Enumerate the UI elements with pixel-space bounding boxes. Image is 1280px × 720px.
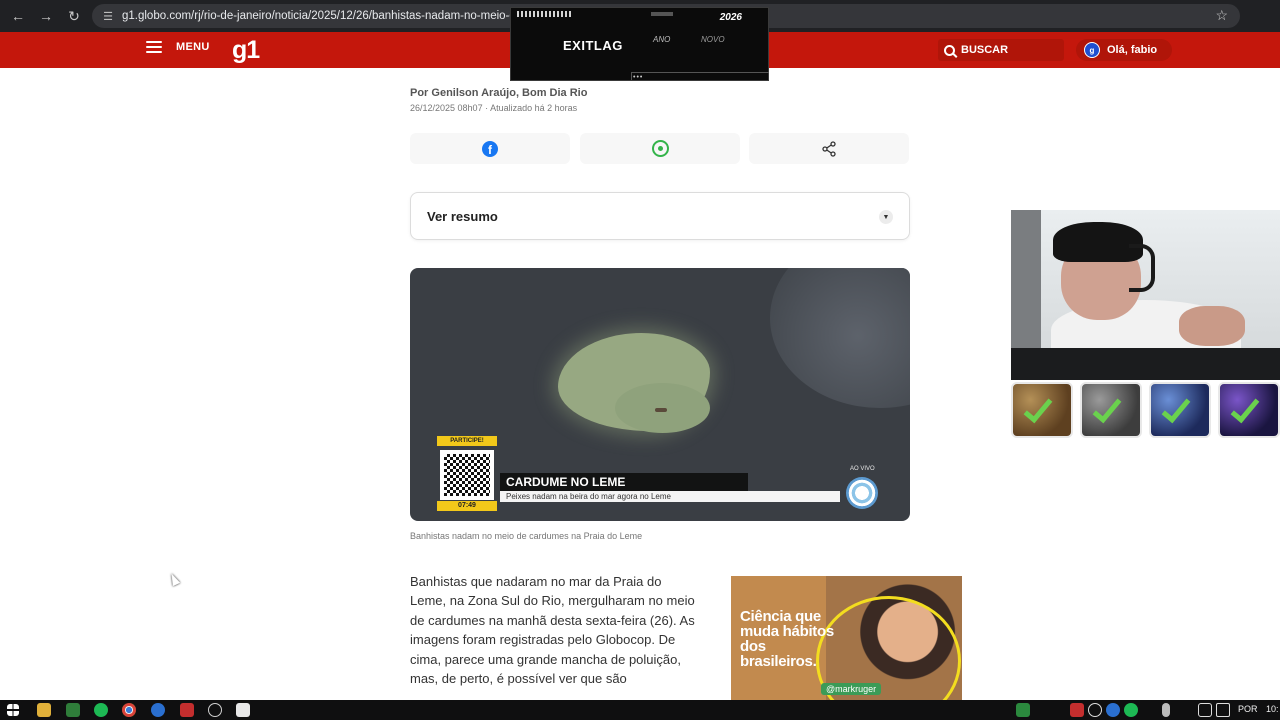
spotify-icon[interactable] (94, 703, 108, 717)
user-greeting: Olá, fabio (1107, 44, 1158, 56)
reload-icon[interactable]: ↻ (60, 2, 88, 30)
check-icon (1230, 392, 1260, 424)
user-menu[interactable]: g Olá, fabio (1076, 39, 1172, 61)
article-dateline: 26/12/2025 08h07 · Atualizado há 2 horas (410, 103, 578, 113)
achievement-badge (1149, 382, 1211, 438)
app-icon[interactable] (151, 703, 165, 717)
summary-label: Ver resumo (427, 209, 498, 224)
language-indicator[interactable]: POR (1238, 704, 1258, 714)
windows-taskbar: POR 10: (0, 700, 1280, 720)
menu-button[interactable]: MENU (146, 41, 210, 53)
chevron-down-icon: ▼ (879, 210, 893, 224)
check-icon (1161, 392, 1191, 424)
achievement-badge (1218, 382, 1280, 438)
webcam-shelf (1011, 210, 1041, 350)
share-whatsapp-button[interactable] (580, 133, 740, 164)
mouse-cursor-icon (167, 571, 181, 587)
share-icon (822, 140, 836, 157)
article-byline: Por Genilson Araújo, Bom Dia Rio (410, 87, 588, 99)
obs-icon[interactable] (208, 703, 222, 717)
whatsapp-icon (651, 140, 669, 157)
forward-arrow-icon[interactable]: → (32, 2, 60, 30)
ad-handle: @markruger (821, 683, 882, 695)
file-explorer-icon[interactable] (37, 703, 51, 717)
overlay-dots: ••• (633, 74, 644, 81)
webcam-overlay (1011, 210, 1280, 380)
app-icon[interactable] (180, 703, 194, 717)
achievement-badge (1011, 382, 1073, 438)
advertisement[interactable]: Ciência que muda hábitos dos brasileiros… (731, 576, 962, 700)
overlay-bar (651, 12, 673, 16)
tray-icon[interactable] (1070, 703, 1084, 717)
app-icon[interactable] (236, 703, 250, 717)
search-button[interactable]: BUSCAR (938, 39, 1064, 61)
share-button[interactable] (749, 133, 909, 164)
overlay-frame (631, 72, 769, 80)
hamburger-icon (146, 41, 162, 53)
video-time: 07:49 (437, 501, 497, 511)
webcam-desk (1011, 348, 1280, 380)
globo-account-icon: g (1084, 42, 1100, 58)
check-icon (1023, 392, 1053, 424)
search-icon (944, 44, 955, 56)
achievement-badge (1080, 382, 1142, 438)
video-headline: CARDUME NO LEME (500, 473, 748, 491)
search-label: BUSCAR (961, 44, 1009, 56)
globo-logo-icon (846, 477, 878, 509)
chrome-icon[interactable] (122, 703, 136, 717)
check-icon (1092, 392, 1122, 424)
tray-icon[interactable] (1106, 703, 1120, 717)
windows-start-icon[interactable] (7, 704, 19, 716)
volume-icon[interactable] (1216, 703, 1230, 717)
clock[interactable]: 10: (1266, 704, 1279, 714)
qr-code-icon (440, 450, 494, 500)
summary-toggle[interactable]: Ver resumo ▼ (410, 192, 910, 240)
bookmark-star-icon[interactable]: ☆ (1215, 7, 1228, 24)
app-icon[interactable] (66, 703, 80, 717)
ad-headline: Ciência que muda hábitos dos brasileiros… (740, 608, 834, 670)
site-info-icon[interactable]: ☰ (96, 4, 120, 28)
video-participe-badge: PARTICIPE! (437, 436, 497, 446)
overlay-year: 2026 (719, 12, 742, 23)
video-swimmer (655, 408, 667, 412)
exitlag-overlay: 2026 EXITLAG ANO NOVO ••• (510, 7, 769, 81)
microphone-icon[interactable] (1162, 703, 1170, 717)
article-video[interactable]: PARTICIPE! 07:49 CARDUME NO LEME Peixes … (410, 268, 910, 521)
live-label: AO VIVO (850, 466, 875, 472)
menu-label: MENU (176, 41, 210, 53)
tray-icon[interactable] (1016, 703, 1030, 717)
share-facebook-button[interactable]: f (410, 133, 570, 164)
video-wave (770, 268, 910, 408)
tray-icon[interactable] (1124, 703, 1138, 717)
url-text[interactable]: g1.globo.com/rj/rio-de-janeiro/noticia/2… (122, 10, 522, 22)
network-icon[interactable] (1198, 703, 1212, 717)
headset-icon (1129, 244, 1155, 292)
video-subline: Peixes nadam na beira do mar agora no Le… (500, 491, 840, 502)
overlay-ano: ANO (653, 35, 671, 44)
video-caption: Banhistas nadam no meio de cardumes na P… (410, 531, 643, 541)
exitlag-logo: EXITLAG (563, 38, 623, 53)
webcam-arm (1179, 306, 1245, 346)
overlay-stripe (517, 11, 573, 17)
g1-logo[interactable]: g1 (232, 36, 260, 65)
tray-icon[interactable] (1088, 703, 1102, 717)
facebook-icon: f (482, 140, 498, 157)
overlay-novo: NOVO (701, 35, 725, 44)
back-arrow-icon[interactable]: ← (4, 2, 32, 30)
article-body: Banhistas que nadaram no mar da Praia do… (410, 574, 695, 687)
